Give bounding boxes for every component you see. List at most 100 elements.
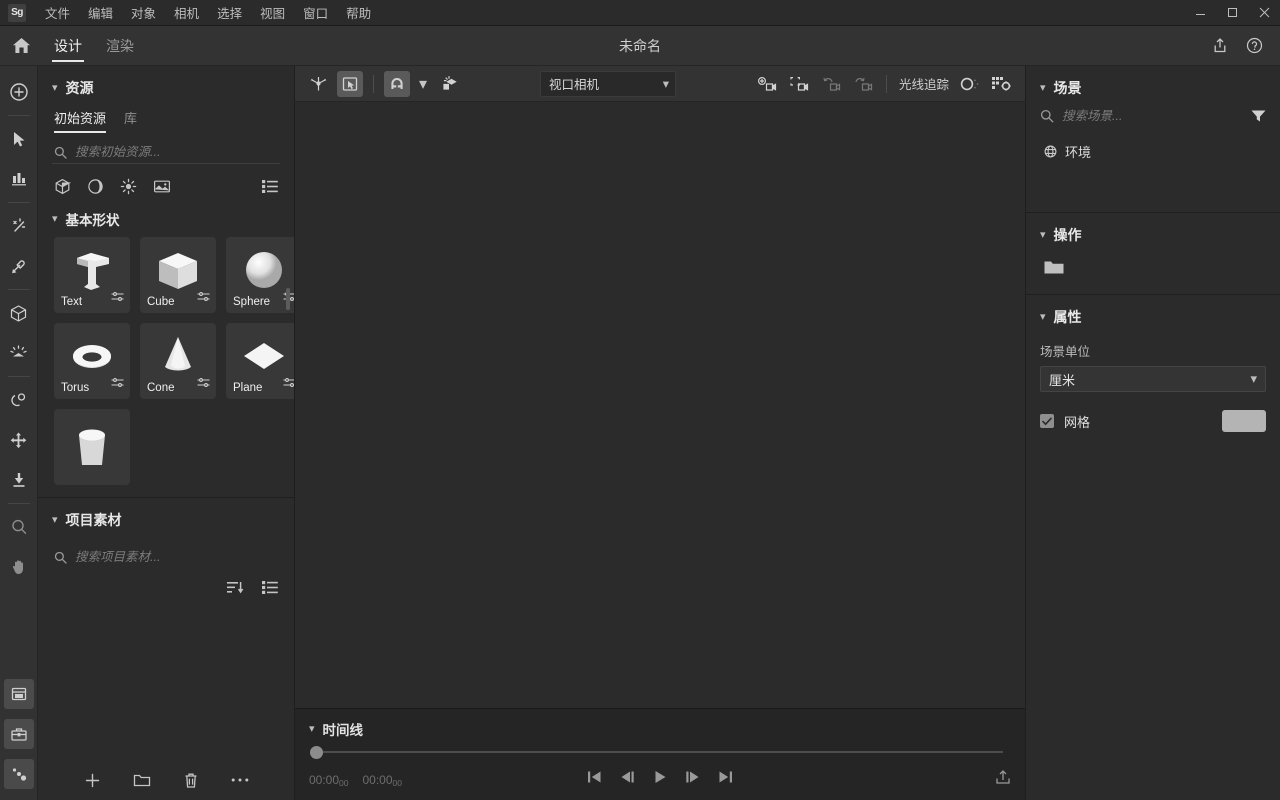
home-icon[interactable] [0, 26, 42, 66]
physics-icon[interactable] [4, 385, 34, 415]
camera-next-icon[interactable] [850, 71, 876, 97]
tab-design[interactable]: 设计 [42, 26, 94, 66]
list-view-icon[interactable] [262, 580, 278, 595]
viewport-camera-select[interactable]: 视口相机 ▾ [540, 71, 676, 97]
viewport-3d[interactable] [295, 102, 1025, 708]
cube-icon[interactable] [4, 298, 34, 328]
trash-icon[interactable] [183, 772, 199, 789]
menu-file[interactable]: 文件 [36, 0, 79, 25]
properties-panel-header[interactable]: ▾ 属性 [1026, 295, 1280, 333]
asset-tile-cone[interactable]: Cone [140, 323, 216, 399]
chevron-down-icon[interactable]: ▾ [1250, 371, 1257, 387]
nodes-icon[interactable] [4, 759, 34, 789]
drop-down-arrow-icon[interactable] [4, 465, 34, 495]
scene-search-input[interactable] [1062, 109, 1243, 123]
tile-settings-icon[interactable] [197, 288, 210, 306]
folder-icon[interactable] [133, 772, 151, 788]
timeline-scrubber[interactable] [309, 745, 1011, 759]
menu-camera[interactable]: 相机 [165, 0, 208, 25]
eyedropper-icon[interactable] [4, 251, 34, 281]
sun-icon[interactable] [120, 178, 137, 195]
asset-tile-sphere[interactable]: Sphere [226, 237, 294, 313]
magnifier-icon[interactable] [4, 512, 34, 542]
step-back-icon[interactable] [620, 770, 635, 789]
chevron-down-icon[interactable]: ▾ [52, 83, 58, 94]
asset-tile-torus[interactable]: Torus [54, 323, 130, 399]
window-panel-icon[interactable] [4, 679, 34, 709]
asset-tile-plane[interactable]: Plane [226, 323, 294, 399]
project-assets-header[interactable]: ▾ 项目素材 [38, 498, 294, 538]
material-sphere-icon[interactable] [87, 178, 104, 195]
actions-panel-header[interactable]: ▾ 操作 [1026, 213, 1280, 251]
align-bars-icon[interactable] [4, 164, 34, 194]
skip-start-icon[interactable] [587, 770, 602, 789]
assets-search-input[interactable] [75, 145, 278, 159]
tile-settings-icon[interactable] [197, 374, 210, 392]
chevron-down-icon[interactable]: ▾ [663, 76, 669, 91]
camera-frame-icon[interactable] [786, 71, 812, 97]
assets-panel-header[interactable]: ▾ 资源 [38, 66, 294, 106]
project-search-input[interactable] [75, 550, 278, 564]
camera-prev-icon[interactable] [818, 71, 844, 97]
light-icon[interactable] [4, 338, 34, 368]
cube-filter-icon[interactable] [54, 178, 71, 195]
chevron-down-icon[interactable]: ▾ [1040, 312, 1046, 323]
play-icon[interactable] [653, 770, 667, 789]
magic-wand-icon[interactable] [4, 211, 34, 241]
assets-scrollbar[interactable] [286, 288, 290, 310]
menu-select[interactable]: 选择 [208, 0, 251, 25]
maximize-icon[interactable] [1216, 0, 1248, 26]
tab-render[interactable]: 渲染 [94, 26, 146, 66]
menu-window[interactable]: 窗口 [294, 0, 337, 25]
scene-unit-select[interactable]: 厘米 ▾ [1040, 366, 1266, 392]
image-icon[interactable] [153, 178, 171, 195]
basic-shapes-group-header[interactable]: ▾ 基本形状 [38, 203, 294, 237]
scene-panel-header[interactable]: ▾ 场景 [1026, 66, 1280, 104]
cursor-arrow-icon[interactable] [4, 124, 34, 154]
close-icon[interactable] [1248, 0, 1280, 26]
list-view-icon[interactable] [262, 179, 278, 194]
menu-edit[interactable]: 编辑 [79, 0, 122, 25]
chevron-down-icon[interactable]: ▾ [309, 724, 315, 735]
share-icon[interactable] [1206, 32, 1234, 60]
subtab-starter-assets[interactable]: 初始资源 [54, 108, 106, 133]
folder-icon[interactable] [1044, 259, 1064, 276]
sort-icon[interactable] [227, 580, 244, 595]
hand-icon[interactable] [4, 552, 34, 582]
assets-search-row[interactable] [52, 141, 280, 164]
scene-search-row[interactable] [1040, 106, 1266, 126]
subtab-library[interactable]: 库 [124, 108, 137, 133]
object-place-icon[interactable] [436, 71, 462, 97]
minimize-icon[interactable] [1184, 0, 1216, 26]
timeline-header[interactable]: ▾ 时间线 [309, 709, 1011, 745]
plus-icon[interactable] [84, 772, 101, 789]
menu-help[interactable]: 帮助 [337, 0, 380, 25]
export-icon[interactable] [995, 769, 1011, 790]
asset-tile-text[interactable]: Text [54, 237, 130, 313]
asset-tile-cube[interactable]: Cube [140, 237, 216, 313]
grid-checkbox[interactable] [1040, 414, 1054, 428]
move-arrows-icon[interactable] [4, 425, 34, 455]
chevron-down-icon[interactable]: ▾ [416, 71, 430, 97]
circle-toggle-icon[interactable] [957, 71, 983, 97]
plus-circle-icon[interactable] [4, 77, 34, 107]
grid-color-swatch[interactable] [1222, 410, 1266, 432]
toolbox-icon[interactable] [4, 719, 34, 749]
tile-settings-icon[interactable] [111, 374, 124, 392]
chevron-down-icon[interactable]: ▾ [1040, 83, 1046, 94]
tile-settings-icon[interactable] [283, 374, 294, 392]
selection-icon[interactable] [337, 71, 363, 97]
step-forward-icon[interactable] [685, 770, 700, 789]
project-search-row[interactable] [52, 546, 280, 568]
timeline-playhead[interactable] [310, 746, 323, 759]
camera-add-icon[interactable] [754, 71, 780, 97]
skip-end-icon[interactable] [718, 770, 733, 789]
filter-icon[interactable] [1251, 109, 1266, 123]
help-icon[interactable] [1240, 32, 1268, 60]
chevron-down-icon[interactable]: ▾ [1040, 230, 1046, 241]
ellipsis-icon[interactable] [231, 777, 249, 783]
tile-settings-icon[interactable] [111, 288, 124, 306]
gizmo-icon[interactable] [305, 71, 331, 97]
menu-object[interactable]: 对象 [122, 0, 165, 25]
chevron-down-icon[interactable]: ▾ [52, 515, 58, 526]
